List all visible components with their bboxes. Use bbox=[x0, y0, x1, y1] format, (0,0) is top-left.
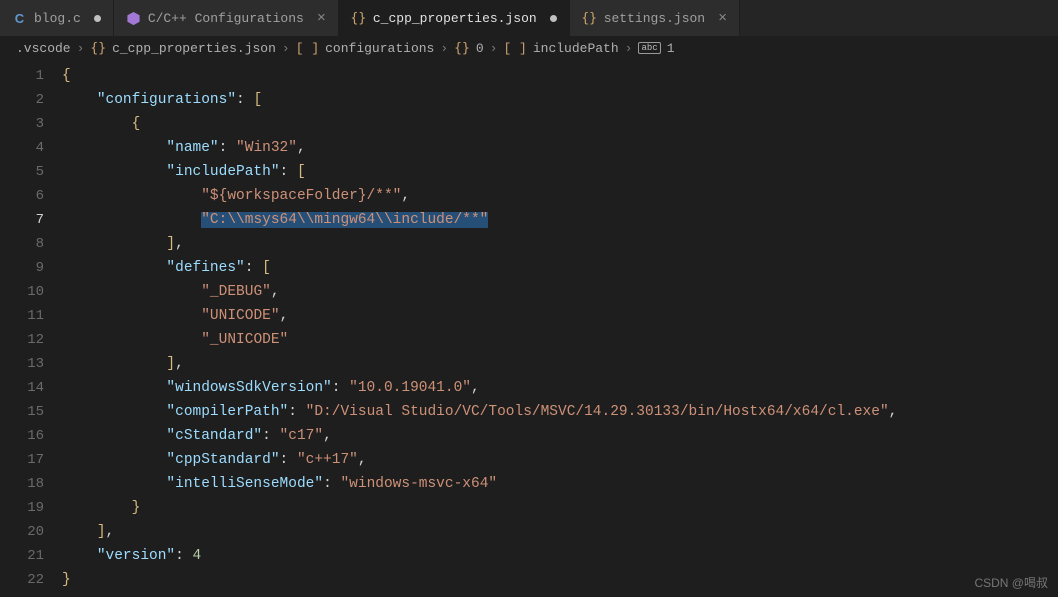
breadcrumb-segment[interactable]: 1 bbox=[667, 41, 675, 56]
close-icon[interactable]: × bbox=[317, 10, 326, 27]
code-line[interactable]: { bbox=[62, 64, 1058, 88]
cpp-logo-icon bbox=[126, 11, 141, 26]
code-line[interactable]: "windowsSdkVersion": "10.0.19041.0", bbox=[62, 376, 1058, 400]
breadcrumb-segment[interactable]: configurations bbox=[325, 41, 434, 56]
close-icon[interactable]: × bbox=[718, 10, 727, 27]
json-brace-icon: {} bbox=[582, 11, 597, 26]
line-number: 22 bbox=[0, 568, 44, 592]
breadcrumb-segment[interactable]: c_cpp_properties.json bbox=[112, 41, 276, 56]
code-line[interactable]: "_UNICODE" bbox=[62, 328, 1058, 352]
c-file-icon: C bbox=[12, 11, 27, 26]
code-line[interactable]: "UNICODE", bbox=[62, 304, 1058, 328]
code-line[interactable]: ], bbox=[62, 352, 1058, 376]
code-line[interactable]: { bbox=[62, 112, 1058, 136]
code-line[interactable]: } bbox=[62, 568, 1058, 592]
code-line[interactable]: ], bbox=[62, 520, 1058, 544]
chevron-right-icon: › bbox=[440, 41, 448, 56]
line-number: 8 bbox=[0, 232, 44, 256]
line-number: 18 bbox=[0, 472, 44, 496]
code-line[interactable]: "version": 4 bbox=[62, 544, 1058, 568]
line-number: 21 bbox=[0, 544, 44, 568]
tab-blog-c[interactable]: C blog.c bbox=[0, 0, 114, 36]
tab-label: blog.c bbox=[34, 11, 81, 26]
code-line[interactable]: "cppStandard": "c++17", bbox=[62, 448, 1058, 472]
line-number: 15 bbox=[0, 400, 44, 424]
code-line[interactable]: "_DEBUG", bbox=[62, 280, 1058, 304]
breadcrumb-segment[interactable]: .vscode bbox=[16, 41, 71, 56]
line-number: 11 bbox=[0, 304, 44, 328]
line-number: 12 bbox=[0, 328, 44, 352]
line-number: 3 bbox=[0, 112, 44, 136]
chevron-right-icon: › bbox=[282, 41, 290, 56]
tab-label: c_cpp_properties.json bbox=[373, 11, 537, 26]
chevron-right-icon: › bbox=[490, 41, 498, 56]
code-line[interactable]: "intelliSenseMode": "windows-msvc-x64" bbox=[62, 472, 1058, 496]
tab-label: settings.json bbox=[604, 11, 705, 26]
line-number: 17 bbox=[0, 448, 44, 472]
line-number: 1 bbox=[0, 64, 44, 88]
chevron-right-icon: › bbox=[77, 41, 85, 56]
string-icon: abc bbox=[638, 42, 660, 54]
tab-label: C/C++ Configurations bbox=[148, 11, 304, 26]
array-icon: [ ] bbox=[503, 41, 526, 56]
code-line[interactable]: "${workspaceFolder}/**", bbox=[62, 184, 1058, 208]
code-line[interactable]: "name": "Win32", bbox=[62, 136, 1058, 160]
line-number: 14 bbox=[0, 376, 44, 400]
line-number: 6 bbox=[0, 184, 44, 208]
editor[interactable]: 12345678910111213141516171819202122 { "c… bbox=[0, 60, 1058, 597]
tab-cpp-config[interactable]: C/C++ Configurations × bbox=[114, 0, 339, 36]
json-brace-icon: {} bbox=[90, 41, 106, 56]
line-number: 5 bbox=[0, 160, 44, 184]
json-brace-icon: {} bbox=[351, 11, 366, 26]
tab-settings-json[interactable]: {} settings.json × bbox=[570, 0, 740, 36]
dirty-indicator-icon bbox=[550, 15, 557, 22]
object-icon: {} bbox=[454, 41, 470, 56]
line-number: 4 bbox=[0, 136, 44, 160]
dirty-indicator-icon bbox=[94, 15, 101, 22]
breadcrumb[interactable]: .vscode › {} c_cpp_properties.json › [ ]… bbox=[0, 36, 1058, 60]
array-icon: [ ] bbox=[296, 41, 319, 56]
tab-c-cpp-properties[interactable]: {} c_cpp_properties.json bbox=[339, 0, 570, 36]
tab-bar: C blog.c C/C++ Configurations × {} c_cpp… bbox=[0, 0, 1058, 36]
code-line[interactable]: "includePath": [ bbox=[62, 160, 1058, 184]
code-area[interactable]: { "configurations": [ { "name": "Win32",… bbox=[62, 60, 1058, 597]
line-number: 9 bbox=[0, 256, 44, 280]
line-number: 7 bbox=[0, 208, 44, 232]
line-number: 16 bbox=[0, 424, 44, 448]
breadcrumb-segment[interactable]: 0 bbox=[476, 41, 484, 56]
line-number: 19 bbox=[0, 496, 44, 520]
code-line[interactable]: "compilerPath": "D:/Visual Studio/VC/Too… bbox=[62, 400, 1058, 424]
code-line[interactable]: "defines": [ bbox=[62, 256, 1058, 280]
breadcrumb-segment[interactable]: includePath bbox=[533, 41, 619, 56]
chevron-right-icon: › bbox=[625, 41, 633, 56]
line-number: 2 bbox=[0, 88, 44, 112]
code-line[interactable]: ], bbox=[62, 232, 1058, 256]
code-line[interactable]: "cStandard": "c17", bbox=[62, 424, 1058, 448]
watermark: CSDN @喝叔 bbox=[974, 574, 1048, 591]
line-number-gutter: 12345678910111213141516171819202122 bbox=[0, 60, 62, 597]
code-line[interactable]: } bbox=[62, 496, 1058, 520]
code-line[interactable]: "configurations": [ bbox=[62, 88, 1058, 112]
code-line[interactable]: "C:\\msys64\\mingw64\\include/**" bbox=[62, 208, 1058, 232]
line-number: 20 bbox=[0, 520, 44, 544]
line-number: 13 bbox=[0, 352, 44, 376]
line-number: 10 bbox=[0, 280, 44, 304]
